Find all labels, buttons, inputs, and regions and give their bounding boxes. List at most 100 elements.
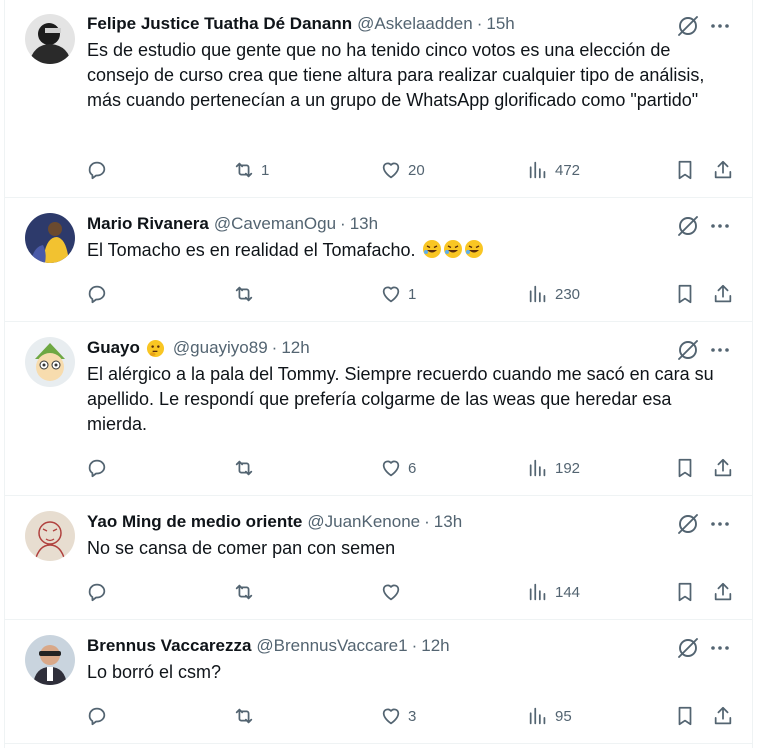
- reply-button[interactable]: [86, 577, 114, 607]
- reply-button[interactable]: [86, 701, 114, 731]
- tweet-text: Es de estudio que gente que no ha tenido…: [87, 40, 705, 110]
- timestamp[interactable]: 12h: [281, 336, 309, 360]
- bookmark-button[interactable]: [674, 155, 696, 185]
- user-handle[interactable]: @Askelaadden: [357, 12, 473, 36]
- separator-dot: ·: [476, 14, 483, 33]
- grok-icon[interactable]: [676, 512, 700, 536]
- share-icon: [714, 284, 732, 303]
- like-count: 6: [408, 459, 417, 477]
- timestamp[interactable]: 12h: [421, 634, 449, 658]
- tweet-actions: 3 95: [83, 701, 743, 731]
- avatar[interactable]: [25, 14, 75, 64]
- timestamp[interactable]: 13h: [350, 212, 378, 236]
- grok-icon[interactable]: [676, 636, 700, 660]
- tweet-actions: 6 192: [83, 453, 743, 483]
- like-button[interactable]: 20: [380, 155, 425, 185]
- more-icon[interactable]: [708, 14, 732, 38]
- reply-button[interactable]: [86, 279, 114, 309]
- display-name[interactable]: Mario Rivanera: [87, 212, 209, 236]
- like-button[interactable]: 6: [380, 453, 416, 483]
- tweet-header: Felipe Justice Tuatha Dé Danann @Askelaa…: [87, 12, 732, 36]
- tweet[interactable]: Yao Ming de medio oriente @JuanKenone · …: [5, 496, 752, 620]
- avatar[interactable]: [25, 337, 75, 387]
- bookmark-button[interactable]: [674, 701, 696, 731]
- reply-icon: [88, 285, 106, 304]
- separator-dot: ·: [271, 338, 278, 357]
- tweet[interactable]: Guayo @guayiyo89 · 12h El alérgico a la …: [5, 322, 752, 496]
- bookmark-button[interactable]: [674, 279, 696, 309]
- bookmark-button[interactable]: [674, 577, 696, 607]
- like-button[interactable]: 3: [380, 701, 416, 731]
- more-icon[interactable]: [708, 214, 732, 238]
- like-button[interactable]: [380, 577, 408, 607]
- separator-dot: ·: [411, 636, 418, 655]
- separator-dot: ·: [424, 512, 430, 531]
- analytics-icon: [529, 583, 546, 601]
- share-button[interactable]: [712, 155, 734, 185]
- heart-icon: [382, 708, 400, 725]
- avatar[interactable]: [25, 635, 75, 685]
- repost-button[interactable]: [233, 453, 261, 483]
- user-handle[interactable]: @JuanKenone: [307, 510, 420, 534]
- views-button[interactable]: 230: [527, 279, 580, 309]
- bookmark-icon: [678, 284, 692, 304]
- repost-icon: [235, 162, 253, 178]
- display-name[interactable]: Yao Ming de medio oriente: [87, 510, 302, 534]
- tweet[interactable]: Mario Rivanera @CavemanOgu · 13h El Toma…: [5, 198, 752, 322]
- tweet-header: Brennus Vaccarezza @BrennusVaccare1 · 12…: [87, 634, 732, 658]
- reply-button[interactable]: [86, 453, 114, 483]
- repost-icon: [235, 708, 253, 724]
- bookmark-button[interactable]: [674, 453, 696, 483]
- share-button[interactable]: [712, 453, 734, 483]
- repost-icon: [235, 286, 253, 302]
- view-count: 230: [555, 285, 581, 303]
- user-handle[interactable]: @BrennusVaccare1: [256, 634, 407, 658]
- heart-icon: [382, 460, 400, 477]
- display-name[interactable]: Guayo: [87, 336, 140, 360]
- tweet-text: Lo borró el csm?: [87, 662, 222, 682]
- grok-icon[interactable]: [676, 14, 700, 38]
- views-button[interactable]: 95: [527, 701, 572, 731]
- more-icon[interactable]: [708, 338, 732, 362]
- tweet[interactable]: Felipe Justice Tuatha Dé Danann @Askelaa…: [5, 0, 752, 198]
- share-button[interactable]: [712, 701, 734, 731]
- share-button[interactable]: [712, 279, 734, 309]
- analytics-icon: [529, 285, 546, 303]
- share-button[interactable]: [712, 577, 734, 607]
- share-icon: [714, 582, 732, 601]
- avatar[interactable]: [25, 213, 75, 263]
- repost-button[interactable]: [233, 701, 261, 731]
- views-button[interactable]: 472: [527, 155, 580, 185]
- share-icon: [714, 160, 732, 179]
- reply-icon: [88, 707, 106, 726]
- reply-button[interactable]: [86, 155, 114, 185]
- display-name[interactable]: Felipe Justice Tuatha Dé Danann: [87, 12, 352, 36]
- heart-icon: [382, 584, 400, 601]
- user-handle[interactable]: @guayiyo89: [173, 336, 268, 360]
- bookmark-icon: [678, 706, 692, 726]
- avatar[interactable]: [25, 511, 75, 561]
- user-handle[interactable]: @CavemanOgu: [214, 212, 336, 236]
- grok-icon[interactable]: [676, 214, 700, 238]
- display-name[interactable]: Brennus Vaccarezza: [87, 634, 251, 658]
- timestamp[interactable]: 15h: [486, 12, 514, 36]
- grok-icon[interactable]: [676, 338, 700, 362]
- views-button[interactable]: 144: [527, 577, 580, 607]
- repost-icon: [235, 460, 253, 476]
- repost-button[interactable]: [233, 577, 261, 607]
- more-icon[interactable]: [708, 512, 732, 536]
- view-count: 95: [555, 707, 572, 725]
- separator-dot: ·: [340, 214, 346, 233]
- repost-button[interactable]: [233, 279, 261, 309]
- share-icon: [714, 458, 732, 477]
- repost-count: 1: [261, 161, 270, 179]
- repost-button[interactable]: 1: [233, 155, 269, 185]
- timestamp[interactable]: 13h: [434, 510, 462, 534]
- tweet-text: El Tomacho es en realidad el Tomafacho.: [87, 240, 416, 260]
- tweet[interactable]: Brennus Vaccarezza @BrennusVaccare1 · 12…: [5, 620, 752, 744]
- more-icon[interactable]: [708, 636, 732, 660]
- views-button[interactable]: 192: [527, 453, 580, 483]
- bookmark-icon: [678, 458, 692, 478]
- view-count: 192: [555, 459, 581, 477]
- like-button[interactable]: 1: [380, 279, 416, 309]
